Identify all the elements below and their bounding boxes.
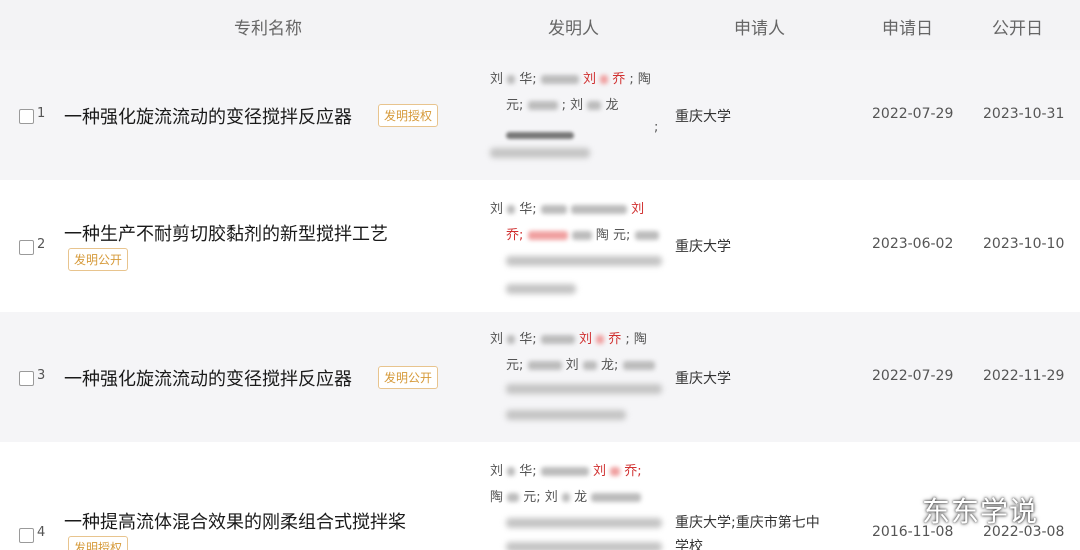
inventor-name-highlight: 刘 [582,72,596,87]
inventor-name: 刘 [565,358,579,373]
table-row[interactable]: 4 一种提高流体混合效果的刚柔组合式搅拌桨 发明授权 刘 华; 刘 乔; 陶 元… [0,442,1080,550]
inventor-name-highlight: 乔; [506,228,524,243]
inventor-name-highlight: 乔 [612,72,626,87]
inventor-name: 华; [519,464,537,479]
table-header: 专利名称 发明人 申请人 申请日 公开日 [0,0,1080,50]
inventor-name: 刘 [490,464,504,479]
row-checkbox[interactable] [19,109,34,124]
table-row[interactable]: 3 一种强化旋流流动的变径搅拌反应器 发明公开 刘 华; 刘 乔 ; 陶 元; … [0,312,1080,442]
column-header-applicant[interactable]: 申请人 [734,14,785,39]
apply-date: 2023-06-02 [872,236,954,252]
inventor-name: 华; [519,202,537,217]
applicant: 重庆大学;重庆市第七中 [675,515,820,531]
inventor-name: 华; [519,72,537,87]
publish-date: 2022-11-29 [983,368,1065,384]
inventor-name: 龙 [574,490,588,505]
redacted-text [506,284,576,294]
inventor-name: 刘 [490,202,504,217]
inventor-list-line2: 元; 刘 龙; [506,354,655,373]
inventor-name-highlight: 乔 [608,332,622,347]
inventor-name: 元; [506,98,524,113]
table-row[interactable]: 2 一种生产不耐剪切胶黏剂的新型搅拌工艺 发明公开 刘 华; 刘 乔; 陶 元;… [0,180,1080,310]
column-header-inventor[interactable]: 发明人 [548,14,599,39]
inventor-list-line2: 乔; 陶 元; [506,224,659,243]
inventor-name: 陶 [595,228,609,243]
row-checkbox[interactable] [19,528,34,543]
status-badge: 发明授权 [68,536,129,550]
inventor-name: ; 陶 [629,72,651,87]
redacted-text [506,518,662,528]
patent-title-link[interactable]: 一种强化旋流流动的变径搅拌反应器 [64,365,352,391]
apply-date: 2022-07-29 [872,106,954,122]
patent-title-link[interactable]: 一种提高流体混合效果的刚柔组合式搅拌桨 [64,508,406,534]
patent-title-link[interactable]: 一种生产不耐剪切胶黏剂的新型搅拌工艺 [64,220,388,246]
inventor-list: 刘 华; 刘 乔 ; 陶 [490,68,651,87]
status-badge: 发明公开 [68,248,129,271]
inventor-name: 陶 [490,490,504,505]
redacted-text [506,542,662,550]
column-header-apply-date[interactable]: 申请日 [882,14,933,39]
inventor-list-line2: 陶 元; 刘 龙 [490,486,642,505]
column-header-publish-date[interactable]: 公开日 [992,14,1043,39]
inventor-name-highlight: 刘 [631,202,645,217]
inventor-name-highlight: 刘 [592,464,606,479]
column-header-name[interactable]: 专利名称 [234,14,302,39]
redacted-text [506,132,574,139]
applicant: 重庆大学 [675,239,731,255]
status-badge: 发明公开 [378,366,439,389]
inventor-name-highlight: 乔; [624,464,642,479]
row-index: 4 [37,525,46,540]
inventor-name: 龙 [605,98,619,113]
inventor-list-line2: 元; ; 刘 龙 [506,94,618,113]
row-checkbox[interactable] [19,240,34,255]
watermark: 东东学说 [922,495,1039,528]
patent-title-link[interactable]: 一种强化旋流流动的变径搅拌反应器 [64,103,352,129]
applicant: 重庆大学 [675,109,731,125]
inventor-name: 刘 [490,72,504,87]
apply-date: 2022-07-29 [872,368,954,384]
redacted-text [506,256,662,266]
inventor-name: 元; 刘 [523,490,558,505]
inventor-name: ; 陶 [625,332,647,347]
inventor-name: 元; [612,228,631,243]
table-row[interactable]: 1 一种强化旋流流动的变径搅拌反应器 发明授权 刘 华; 刘 乔 ; 陶 元; … [0,50,1080,180]
row-index: 1 [37,106,46,121]
publish-date: 2023-10-10 [983,236,1065,252]
status-badge: 发明授权 [378,104,439,127]
inventor-name: 元; [506,358,524,373]
row-index: 3 [37,368,46,383]
inventor-separator: ; [654,120,659,135]
row-checkbox[interactable] [19,371,34,386]
inventor-list: 刘 华; 刘 [490,198,644,217]
inventor-name: 刘 [490,332,504,347]
inventor-name-highlight: 刘 [578,332,592,347]
inventor-list: 刘 华; 刘 乔; [490,460,642,479]
applicant-continued: 学校 [675,539,703,550]
inventor-list: 刘 华; 刘 乔 ; 陶 [490,328,647,347]
redacted-text [506,384,662,394]
inventor-name: 华; [519,332,537,347]
row-index: 2 [37,237,46,252]
publish-date: 2023-10-31 [983,106,1065,122]
inventor-name: ; 刘 [561,98,584,113]
inventor-name: 龙; [600,358,619,373]
redacted-text [506,410,626,420]
redacted-text [490,148,590,158]
applicant: 重庆大学 [675,371,731,387]
